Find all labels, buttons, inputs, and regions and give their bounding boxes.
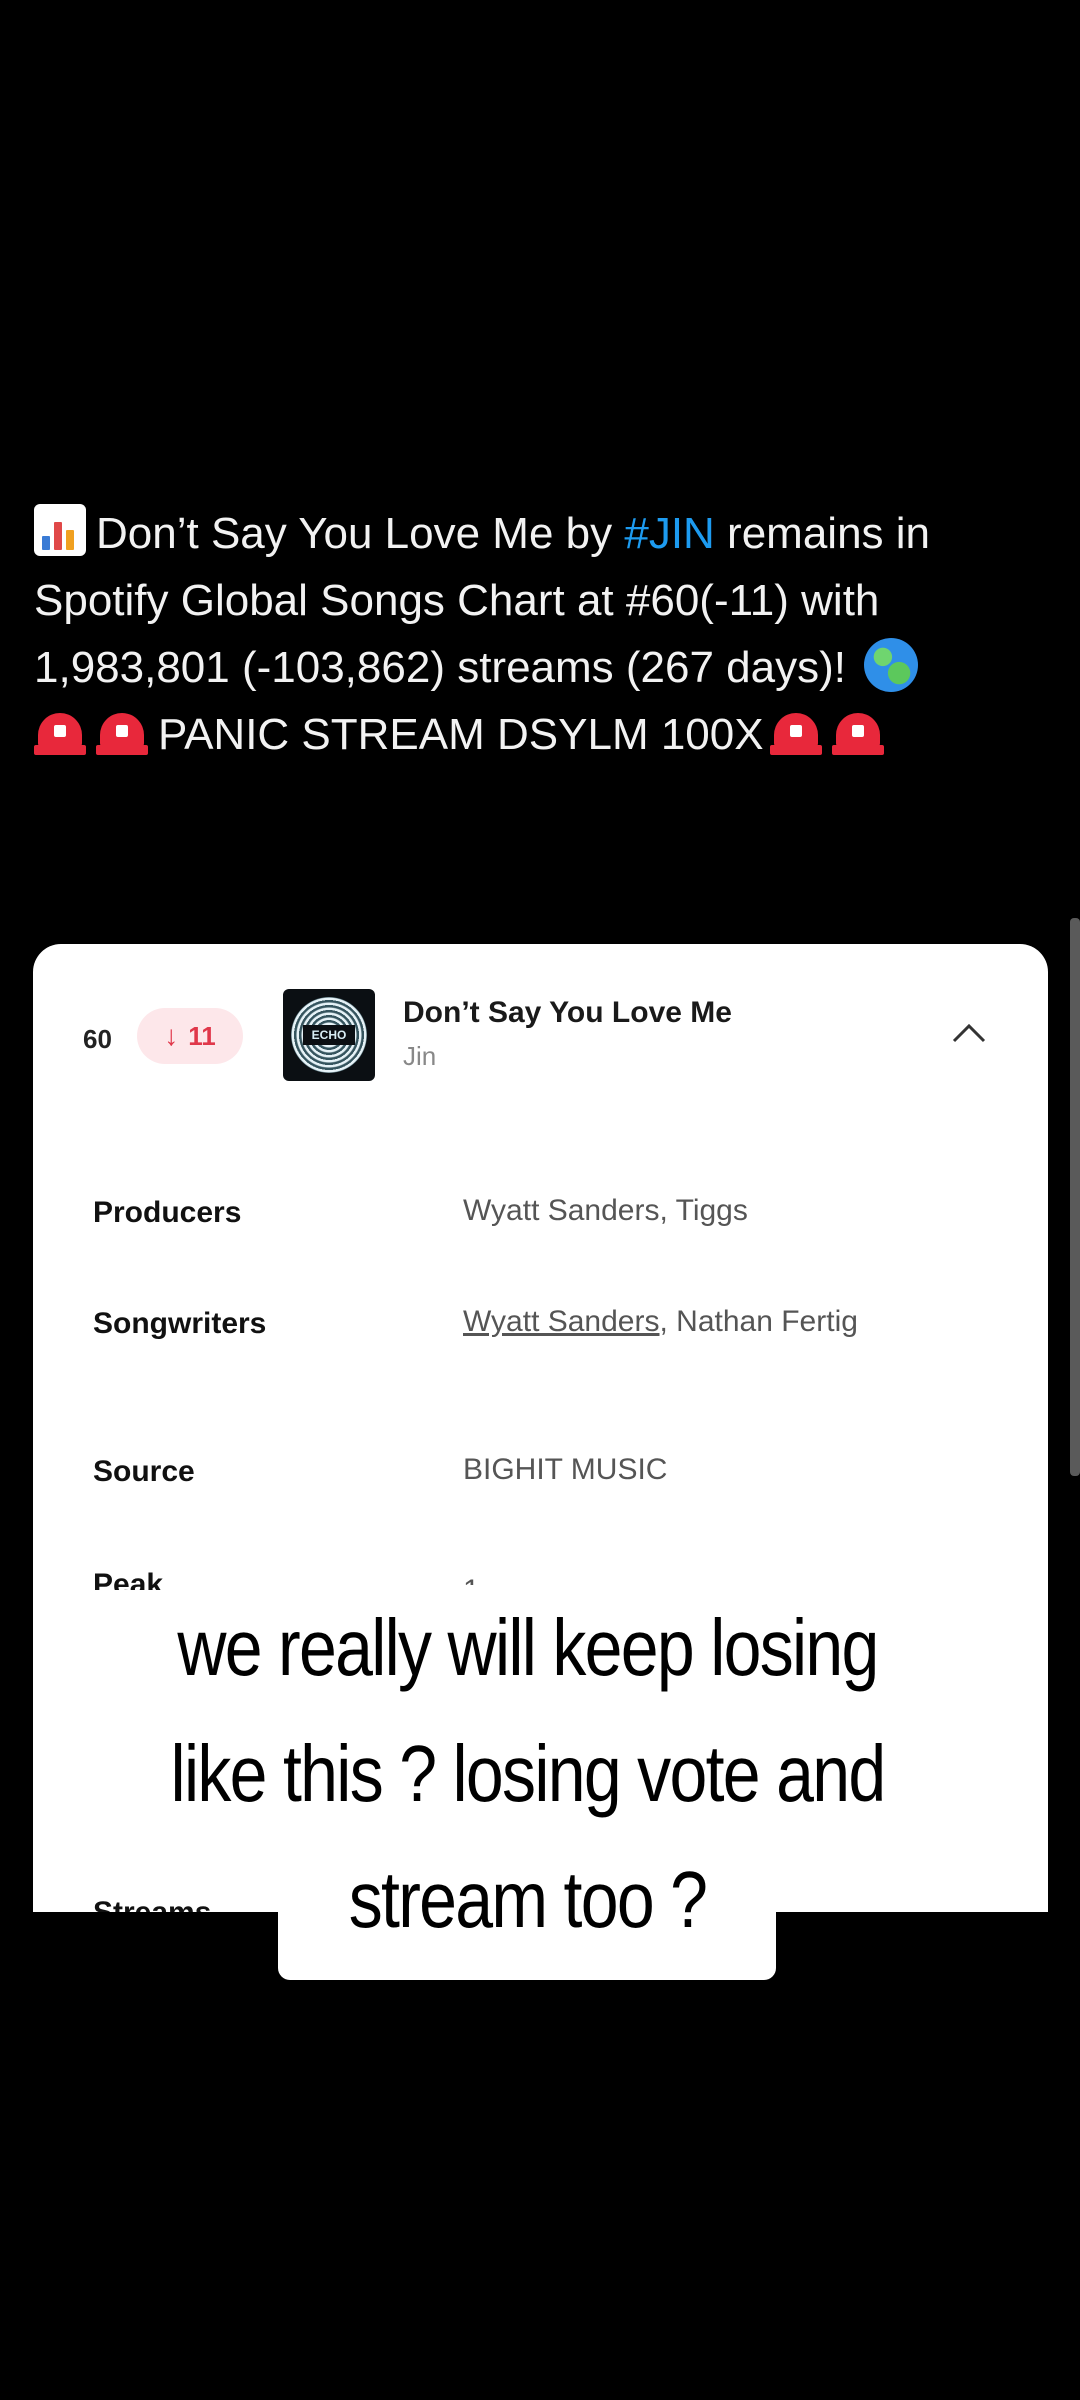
producers-label: Producers [93,1196,242,1229]
producers-value: Wyatt Sanders, Tiggs [463,1194,748,1227]
siren-emoji-icon [34,711,86,755]
caption-line-3: stream too ? [348,1855,708,1944]
tweet-paragraph: Don’t Say You Love Me by #JIN remains in… [34,500,1044,701]
rank-number: 60 [83,1024,112,1054]
bar-chart-emoji-icon [34,504,86,556]
source-label: Source [93,1455,195,1488]
video-caption: we really will keep losing like this ? l… [130,1585,925,1963]
album-cover[interactable]: ECHO [283,989,375,1081]
panic-line: PANIC STREAM DSYLM 100X [34,701,1044,768]
caption-line-1: we really will keep losing [167,1585,888,1711]
songwriter-rest: , Nathan Fertig [659,1305,858,1338]
songwriters-value: Wyatt Sanders, Nathan Fertig [463,1299,863,1345]
rank-change-badge: ↓ 11 [137,1008,243,1064]
song-artist[interactable]: Jin [403,1041,436,1072]
songwriter-link[interactable]: Wyatt Sanders [463,1305,659,1338]
rank-change-value: 11 [188,1020,216,1051]
chevron-up-icon[interactable] [950,1014,988,1052]
siren-emoji-icon [769,711,822,755]
panic-text: PANIC STREAM DSYLM 100X [158,710,764,759]
song-title[interactable]: Don’t Say You Love Me [403,996,732,1030]
source-value: BIGHIT MUSIC [463,1453,668,1486]
tweet-text-part: Don’t Say You Love Me by [96,509,625,558]
siren-emoji-icon [831,711,884,755]
siren-emoji-icon [96,711,148,755]
caption-line-2: like this ? losing vote and [160,1711,895,1837]
cover-text: ECHO [303,1025,355,1045]
scrollbar[interactable] [1070,918,1080,1476]
tweet-text: Don’t Say You Love Me by #JIN remains in… [34,500,1044,768]
globe-emoji-icon [864,638,919,692]
songwriters-label: Songwriters [93,1307,267,1340]
hashtag-link[interactable]: #JIN [624,509,714,558]
arrow-down-icon: ↓ [164,1020,179,1051]
